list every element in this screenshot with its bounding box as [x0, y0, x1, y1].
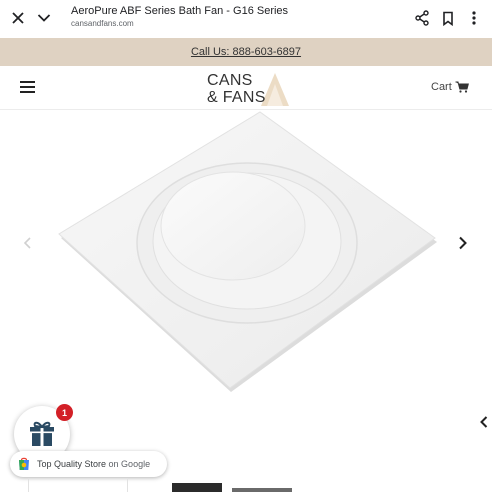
chevron-left-icon[interactable] — [21, 235, 35, 251]
page-title: AeroPure ABF Series Bath Fan - G16 Serie… — [71, 5, 289, 17]
page-url[interactable]: cansandfans.com — [71, 19, 134, 28]
chevron-down-icon[interactable] — [34, 8, 54, 28]
notification-badge: 1 — [56, 404, 73, 421]
product-gallery — [0, 110, 492, 400]
trust-label: Top Quality Store on Google — [37, 459, 151, 469]
google-trust-badge[interactable]: Top Quality Store on Google — [10, 451, 167, 477]
call-banner: Call Us: 888-603-6897 — [0, 38, 492, 66]
more-vert-icon[interactable] — [464, 8, 484, 28]
cart-label: Cart — [431, 81, 452, 93]
site-logo[interactable]: CANS & FANS — [205, 70, 290, 108]
logo-line1: CANS — [207, 72, 253, 89]
menu-icon[interactable] — [20, 81, 35, 93]
browser-toolbar: AeroPure ABF Series Bath Fan - G16 Serie… — [0, 0, 492, 38]
side-panel-chevron-icon[interactable] — [478, 414, 490, 430]
cart-button[interactable]: Cart — [431, 81, 469, 93]
thumbnail-item-dark-2[interactable] — [232, 488, 292, 492]
call-us-link[interactable]: Call Us: 888-603-6897 — [191, 46, 301, 58]
cart-icon — [455, 81, 469, 93]
site-header: CANS & FANS Cart — [0, 66, 492, 110]
logo-line2: & FANS — [207, 89, 266, 106]
product-image[interactable] — [55, 110, 440, 395]
close-icon[interactable] — [8, 8, 28, 28]
bookmark-icon[interactable] — [438, 8, 458, 28]
thumbnail-item-dark[interactable] — [172, 483, 222, 492]
gift-icon — [30, 421, 54, 446]
chevron-right-icon[interactable] — [455, 235, 471, 251]
google-shopping-icon — [19, 457, 29, 470]
share-icon[interactable] — [412, 8, 432, 28]
thumbnail-item[interactable] — [28, 478, 128, 492]
